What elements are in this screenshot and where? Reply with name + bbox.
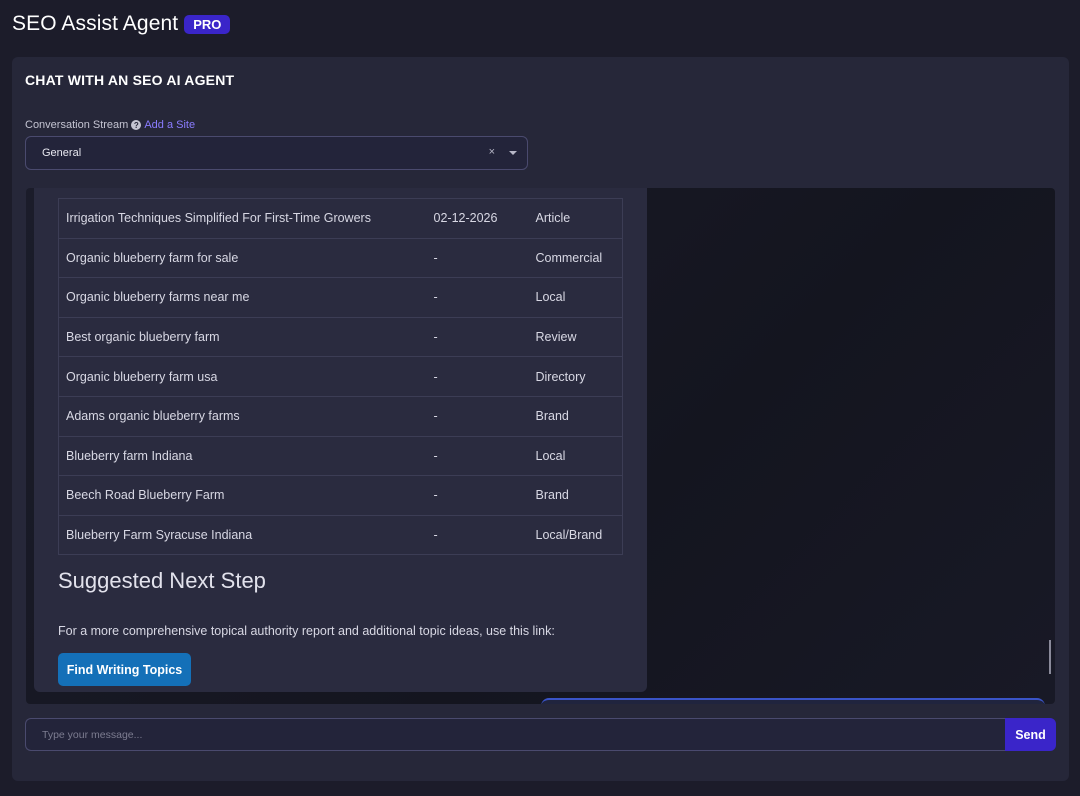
pro-badge: PRO <box>184 14 231 34</box>
chevron-down-icon[interactable] <box>509 151 517 155</box>
keyword-cell: Best organic blueberry farm <box>58 316 434 357</box>
date-cell: - <box>433 435 536 476</box>
panel-heading: CHAT WITH AN SEO AI AGENT <box>25 72 235 88</box>
date-cell: - <box>433 316 536 357</box>
clear-icon[interactable]: × <box>489 146 495 158</box>
type-cell: Review <box>535 316 623 357</box>
keyword-cell: Adams organic blueberry farms <box>58 395 434 437</box>
type-cell: Local <box>535 435 623 476</box>
select-value: General <box>42 147 82 159</box>
keyword-cell: Organic blueberry farms near me <box>58 277 434 318</box>
table-row: Adams organic blueberry farms - Brand <box>58 395 623 437</box>
date-cell: - <box>433 237 536 278</box>
table-row: Organic blueberry farm for sale - Commerci… <box>58 237 623 278</box>
keyword-cell: Blueberry farm Indiana <box>58 435 434 476</box>
composer: Send <box>25 718 1056 751</box>
type-cell: Local/Brand <box>535 514 623 556</box>
question-circle-icon[interactable]: ? <box>131 120 142 130</box>
type-cell: Local <box>535 277 623 318</box>
type-cell: Brand <box>535 475 623 516</box>
date-cell: - <box>433 475 536 516</box>
next-step-text: For a more comprehensive topical authori… <box>58 624 555 638</box>
agent-message: Irrigation Techniques Simplified For Fir… <box>34 188 647 692</box>
table-row: Blueberry Farm Syracuse Indiana - Local/Br… <box>58 514 623 556</box>
chat-scrollbar[interactable] <box>1049 640 1051 674</box>
table-row: Irrigation Techniques Simplified For Fir… <box>58 198 623 239</box>
conversation-stream-select[interactable]: General × <box>25 136 528 170</box>
table-row: Best organic blueberry farm - Review <box>58 316 623 357</box>
type-cell: Brand <box>535 395 623 437</box>
keyword-cell: Organic blueberry farm for sale <box>58 237 434 278</box>
date-cell: - <box>433 277 536 318</box>
next-step-heading: Suggested Next Step <box>58 568 266 593</box>
keyword-cell: Organic blueberry farm usa <box>58 356 434 397</box>
user-message-bubble <box>541 698 1045 704</box>
app-title: SEO Assist Agent <box>12 12 179 35</box>
message-input[interactable] <box>25 718 1006 751</box>
type-cell: Commercial <box>535 237 623 278</box>
table-row: Organic blueberry farms near me - Local <box>58 277 623 318</box>
keyword-cell: Beech Road Blueberry Farm <box>58 475 434 516</box>
chat-panel: CHAT WITH AN SEO AI AGENT Conversation S… <box>12 57 1069 781</box>
table-row: Blueberry farm Indiana - Local <box>58 435 623 476</box>
date-cell: - <box>433 395 536 437</box>
type-cell: Article <box>535 198 623 239</box>
stream-label: Conversation Stream <box>25 119 129 131</box>
type-cell: Directory <box>535 356 623 397</box>
stream-label-row: Conversation Stream ? Add a Site <box>25 119 195 131</box>
top-bar: SEO Assist Agent PRO <box>0 0 1080 48</box>
keyword-cell: Irrigation Techniques Simplified For Fir… <box>58 198 434 239</box>
keyword-table: Irrigation Techniques Simplified For Fir… <box>58 198 623 556</box>
date-cell: - <box>433 356 536 397</box>
date-cell: 02-12-2026 <box>433 198 536 239</box>
table-row: Beech Road Blueberry Farm - Brand <box>58 475 623 516</box>
chat-messages-area[interactable]: Irrigation Techniques Simplified For Fir… <box>26 188 1055 704</box>
add-site-link[interactable]: Add a Site <box>144 119 195 131</box>
keyword-cell: Blueberry Farm Syracuse Indiana <box>58 514 434 556</box>
date-cell: - <box>433 514 536 556</box>
table-row: Organic blueberry farm usa - Directory <box>58 356 623 397</box>
send-button[interactable]: Send <box>1005 718 1056 751</box>
find-writing-topics-button[interactable]: Find Writing Topics <box>58 653 191 686</box>
